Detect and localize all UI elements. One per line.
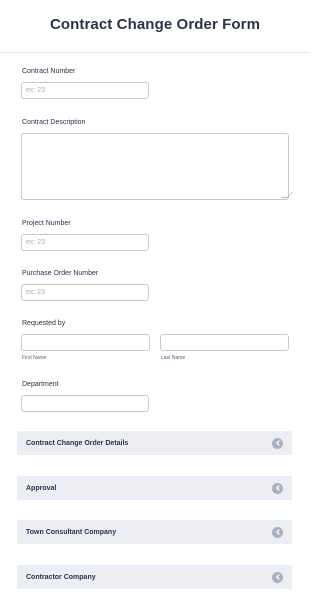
form-header: Contract Change Order Form — [0, 0, 310, 53]
chevron-left-icon[interactable] — [272, 437, 283, 449]
section-contractor-company[interactable]: Contractor Company — [17, 565, 292, 589]
department-label: Department — [22, 381, 59, 388]
contract-number-label: Contract Number — [22, 68, 76, 75]
purchase-order-number-input[interactable] — [21, 284, 149, 301]
section-approval[interactable]: Approval — [17, 476, 292, 500]
section-contract-change-order-details[interactable]: Contract Change Order Details — [17, 431, 292, 455]
purchase-order-number-label: Purchase Order Number — [22, 270, 99, 277]
project-number-input[interactable] — [21, 234, 149, 251]
section-title: Contractor Company — [26, 573, 96, 581]
project-number-label: Project Number — [22, 220, 71, 227]
department-input[interactable] — [21, 395, 149, 412]
last-name-input[interactable] — [160, 334, 289, 351]
section-title: Approval — [26, 484, 57, 492]
contract-number-input[interactable] — [21, 82, 149, 99]
requested-by-label: Requested by — [22, 320, 66, 327]
chevron-left-icon[interactable] — [272, 571, 283, 583]
last-name-sublabel: Last Name — [161, 355, 186, 361]
chevron-left-icon[interactable] — [272, 526, 283, 538]
section-town-consultant-company[interactable]: Town Consultant Company — [17, 520, 292, 544]
first-name-input[interactable] — [21, 334, 150, 351]
chevron-left-icon[interactable] — [272, 482, 283, 494]
section-title: Contract Change Order Details — [26, 439, 129, 447]
section-title: Town Consultant Company — [26, 528, 117, 536]
contract-description-label: Contract Description — [22, 119, 86, 126]
first-name-sublabel: First Name — [22, 355, 47, 361]
contract-description-textarea[interactable] — [21, 133, 289, 200]
form-title: Contract Change Order Form — [49, 15, 261, 33]
